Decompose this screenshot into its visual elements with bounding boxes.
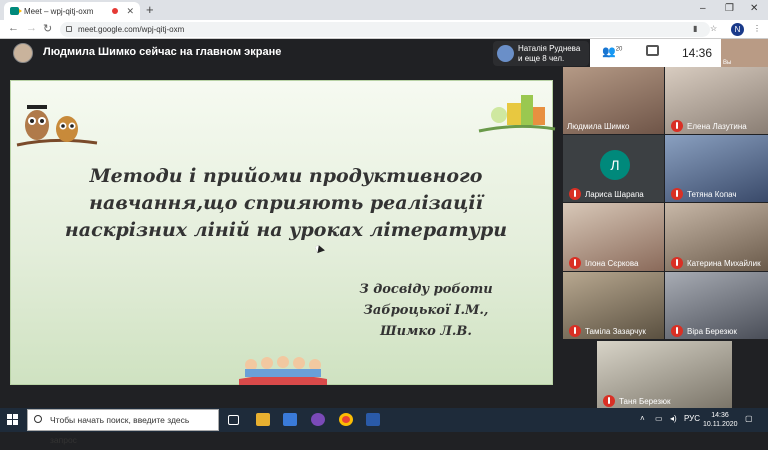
presenter-avatar [13, 43, 33, 63]
children-reading-icon [239, 356, 327, 385]
slide-title-line-3: наскрізних ліній на уроках літератури [64, 219, 508, 241]
people-count: 20 [615, 46, 623, 53]
tray-chevron-icon[interactable]: ˄ [640, 414, 645, 423]
pinned-avatar [497, 45, 514, 62]
chrome-icon[interactable] [339, 413, 353, 426]
clock-date: 10.11.2020 [703, 421, 738, 428]
participant-tile[interactable]: Таня Березюк [597, 341, 732, 409]
participant-tile[interactable]: Тетяна Копач [665, 135, 768, 202]
mic-off-icon [569, 325, 581, 337]
participant-name: Катерина Михайлик [687, 259, 761, 268]
mic-off-icon [569, 257, 581, 269]
url-text: meet.google.com/wpj-qitj-oxm [78, 25, 185, 34]
participant-name: Віра Березюк [687, 327, 737, 336]
mic-off-icon [603, 395, 615, 407]
participant-name: Тетяна Копач [687, 190, 737, 199]
pinned-participant[interactable]: Наталія Руднева и еще 8 чел. [493, 41, 589, 66]
camera-icon[interactable]: ▮ [693, 24, 697, 33]
slide-sub-line-3: Шимко Л.В. [380, 324, 472, 339]
close-window-button[interactable]: ✕ [750, 3, 758, 14]
participants-grid: Людмила Шимко Елена Лазутина Л Лариса Ша… [561, 67, 768, 412]
language-indicator[interactable]: РУС [684, 414, 700, 423]
participant-tile[interactable]: Таміла Зазарчук [563, 272, 664, 339]
slide-title-line-1: Методи і прийоми продуктивного [89, 165, 483, 187]
participant-avatar: Л [600, 150, 630, 180]
clock-time: 14:36 [711, 412, 729, 419]
taskbar-clock[interactable]: 14:36 10.11.2020 [703, 411, 738, 429]
people-button[interactable]: 👥20 [602, 45, 622, 58]
participant-name: Таміла Зазарчук [585, 327, 646, 336]
slide-title-line-2: навчання,що сприяють реалізації [89, 192, 483, 214]
mic-off-icon [671, 120, 683, 132]
pinned-more: и еще 8 чел. [518, 54, 565, 63]
lock-icon [66, 26, 72, 32]
back-arrow-icon[interactable]: ← [8, 22, 19, 34]
word-icon[interactable] [366, 413, 380, 426]
store-icon[interactable] [283, 413, 297, 426]
task-view-icon[interactable] [228, 415, 239, 425]
participant-name: Ілона Сєркова [585, 259, 639, 268]
search-icon [34, 415, 42, 423]
meet-favicon-icon [10, 7, 22, 15]
books-illustration-icon [478, 95, 556, 133]
browser-tab[interactable]: Meet – wpj-qitj-oxm ✕ [4, 2, 140, 20]
self-view: Вы [721, 39, 768, 67]
people-icon: 👥 [602, 46, 616, 58]
slide-sub-line-1: З досвіду роботи [359, 282, 493, 297]
slide-author: З досвіду роботи Заброцької І.М., Шимко … [331, 279, 521, 342]
participant-tile[interactable]: Елена Лазутина [665, 67, 768, 134]
participant-tile[interactable]: Ілона Сєркова [563, 203, 664, 271]
owls-icon [16, 105, 98, 147]
mic-off-icon [569, 188, 581, 200]
forward-arrow-icon[interactable]: → [26, 22, 37, 34]
presentation-slide: Методи і прийоми продуктивного навчання,… [10, 80, 556, 385]
meeting-time: 14:36 [682, 46, 713, 60]
recording-dot-icon [112, 8, 119, 14]
mic-off-icon [671, 325, 683, 337]
profile-avatar[interactable]: N [731, 23, 744, 36]
mic-off-icon [671, 257, 683, 269]
meet-controls: 👥20 14:36 [590, 39, 721, 67]
taskbar-search[interactable]: Чтобы начать поиск, введите здесь запрос [27, 409, 219, 445]
participant-tile[interactable]: Віра Березюк [665, 272, 768, 339]
participant-tile[interactable]: Катерина Михайлик [665, 203, 768, 271]
presentation-stage: Методи і прийоми продуктивного навчання,… [0, 67, 561, 397]
network-icon[interactable]: ▭ [655, 414, 663, 423]
tab-title: Meet – wpj-qitj-oxm [24, 6, 94, 16]
notifications-icon[interactable]: ▢ [745, 414, 753, 423]
participant-name: Лариса Шарапа [585, 190, 644, 199]
windows-taskbar: Чтобы начать поиск, введите здесь запрос… [0, 408, 768, 445]
new-tab-button[interactable]: + [146, 2, 154, 18]
participant-name: Таня Березюк [619, 397, 671, 406]
participant-name: Елена Лазутина [687, 122, 747, 131]
search-placeholder: Чтобы начать поиск, введите здесь запрос [50, 415, 190, 445]
mic-off-icon [671, 188, 683, 200]
volume-icon[interactable]: ◂) [670, 414, 677, 423]
participant-name: Людмила Шимко [567, 122, 630, 131]
presenter-status: Людмила Шимко сейчас на главном экране [43, 46, 282, 58]
address-bar-row: ← → ↻ meet.google.com/wpj-qitj-oxm ▮ ☆ N… [0, 20, 768, 39]
viber-icon[interactable] [311, 413, 325, 426]
pinned-name: Наталія Руднева [518, 44, 581, 53]
maximize-button[interactable]: ❐ [725, 3, 734, 14]
url-field[interactable]: meet.google.com/wpj-qitj-oxm [60, 22, 710, 37]
participant-tile[interactable]: Людмила Шимко [563, 67, 664, 134]
file-explorer-icon[interactable] [256, 413, 270, 426]
reload-icon[interactable]: ↻ [43, 22, 52, 35]
browser-menu-icon[interactable]: ⋮ [753, 24, 761, 33]
slide-sub-line-2: Заброцької І.М., [363, 303, 489, 318]
chat-icon[interactable] [646, 45, 659, 56]
mouse-cursor-icon [315, 243, 325, 254]
slide-title: Методи і прийоми продуктивного навчання,… [61, 163, 511, 244]
minimize-button[interactable]: – [700, 3, 706, 14]
star-icon[interactable]: ☆ [710, 24, 717, 33]
participant-tile[interactable]: Л Лариса Шарапа [563, 135, 664, 202]
windows-start-icon[interactable] [7, 414, 18, 425]
browser-tab-bar: Meet – wpj-qitj-oxm ✕ + – ❐ ✕ [0, 0, 768, 20]
tab-close-icon[interactable]: ✕ [126, 6, 134, 17]
self-label: Вы [723, 60, 732, 66]
